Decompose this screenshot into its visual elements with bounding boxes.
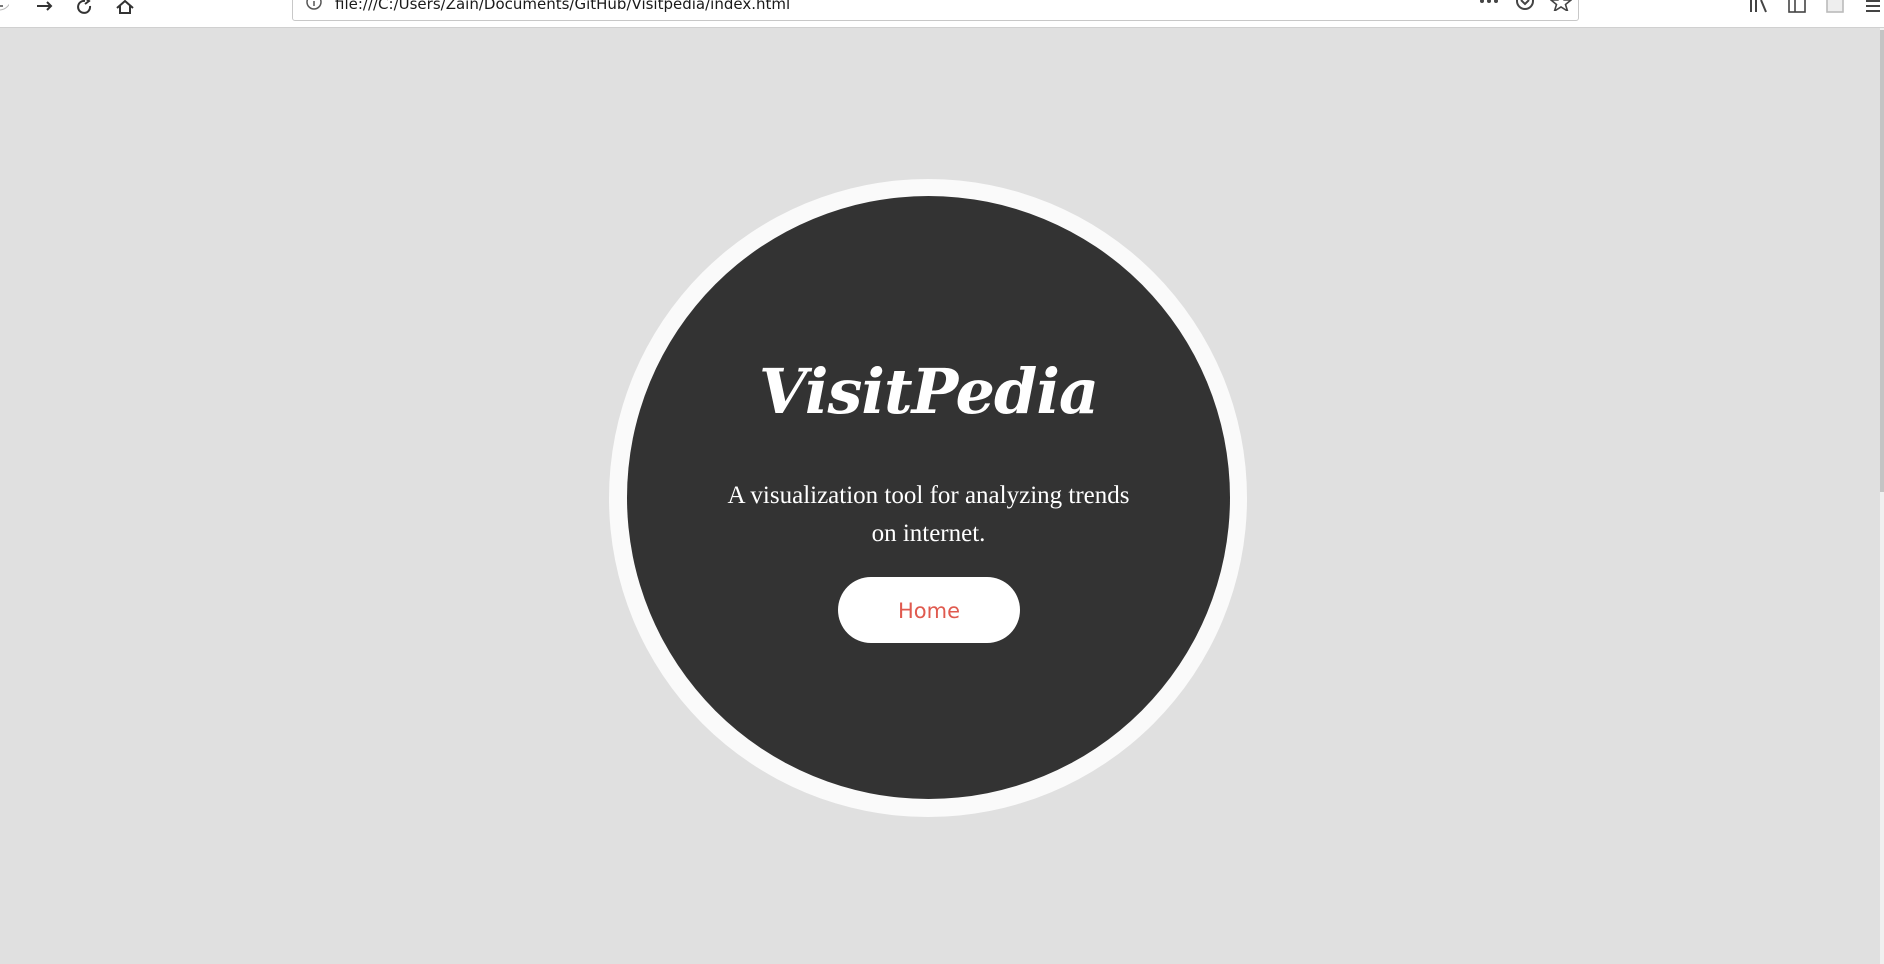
more-actions-icon[interactable] xyxy=(1478,0,1500,11)
hamburger-menu-icon[interactable] xyxy=(1862,0,1884,14)
bookmark-star-icon[interactable] xyxy=(1550,0,1572,11)
reload-icon[interactable] xyxy=(70,0,100,14)
home-icon[interactable] xyxy=(110,0,140,14)
info-icon[interactable] xyxy=(305,0,323,11)
extension-icon[interactable] xyxy=(1824,0,1846,14)
sidebar-icon[interactable] xyxy=(1786,0,1808,14)
forward-arrow-icon[interactable] xyxy=(30,0,60,14)
url-text[interactable]: file:///C:/Users/Zain/Documents/GitHub/V… xyxy=(335,0,790,13)
url-bar[interactable]: file:///C:/Users/Zain/Documents/GitHub/V… xyxy=(292,0,1579,21)
back-arrow-icon[interactable] xyxy=(0,0,14,14)
pocket-icon[interactable] xyxy=(1514,0,1536,11)
page-title: VisitPedia xyxy=(758,355,1099,428)
home-button[interactable]: Home xyxy=(838,577,1020,643)
browser-toolbar: file:///C:/Users/Zain/Documents/GitHub/V… xyxy=(0,0,1884,28)
library-icon[interactable] xyxy=(1748,0,1770,14)
page-scrollbar-thumb[interactable] xyxy=(1880,30,1884,492)
hero-description: A visualization tool for analyzing trend… xyxy=(727,482,1130,547)
